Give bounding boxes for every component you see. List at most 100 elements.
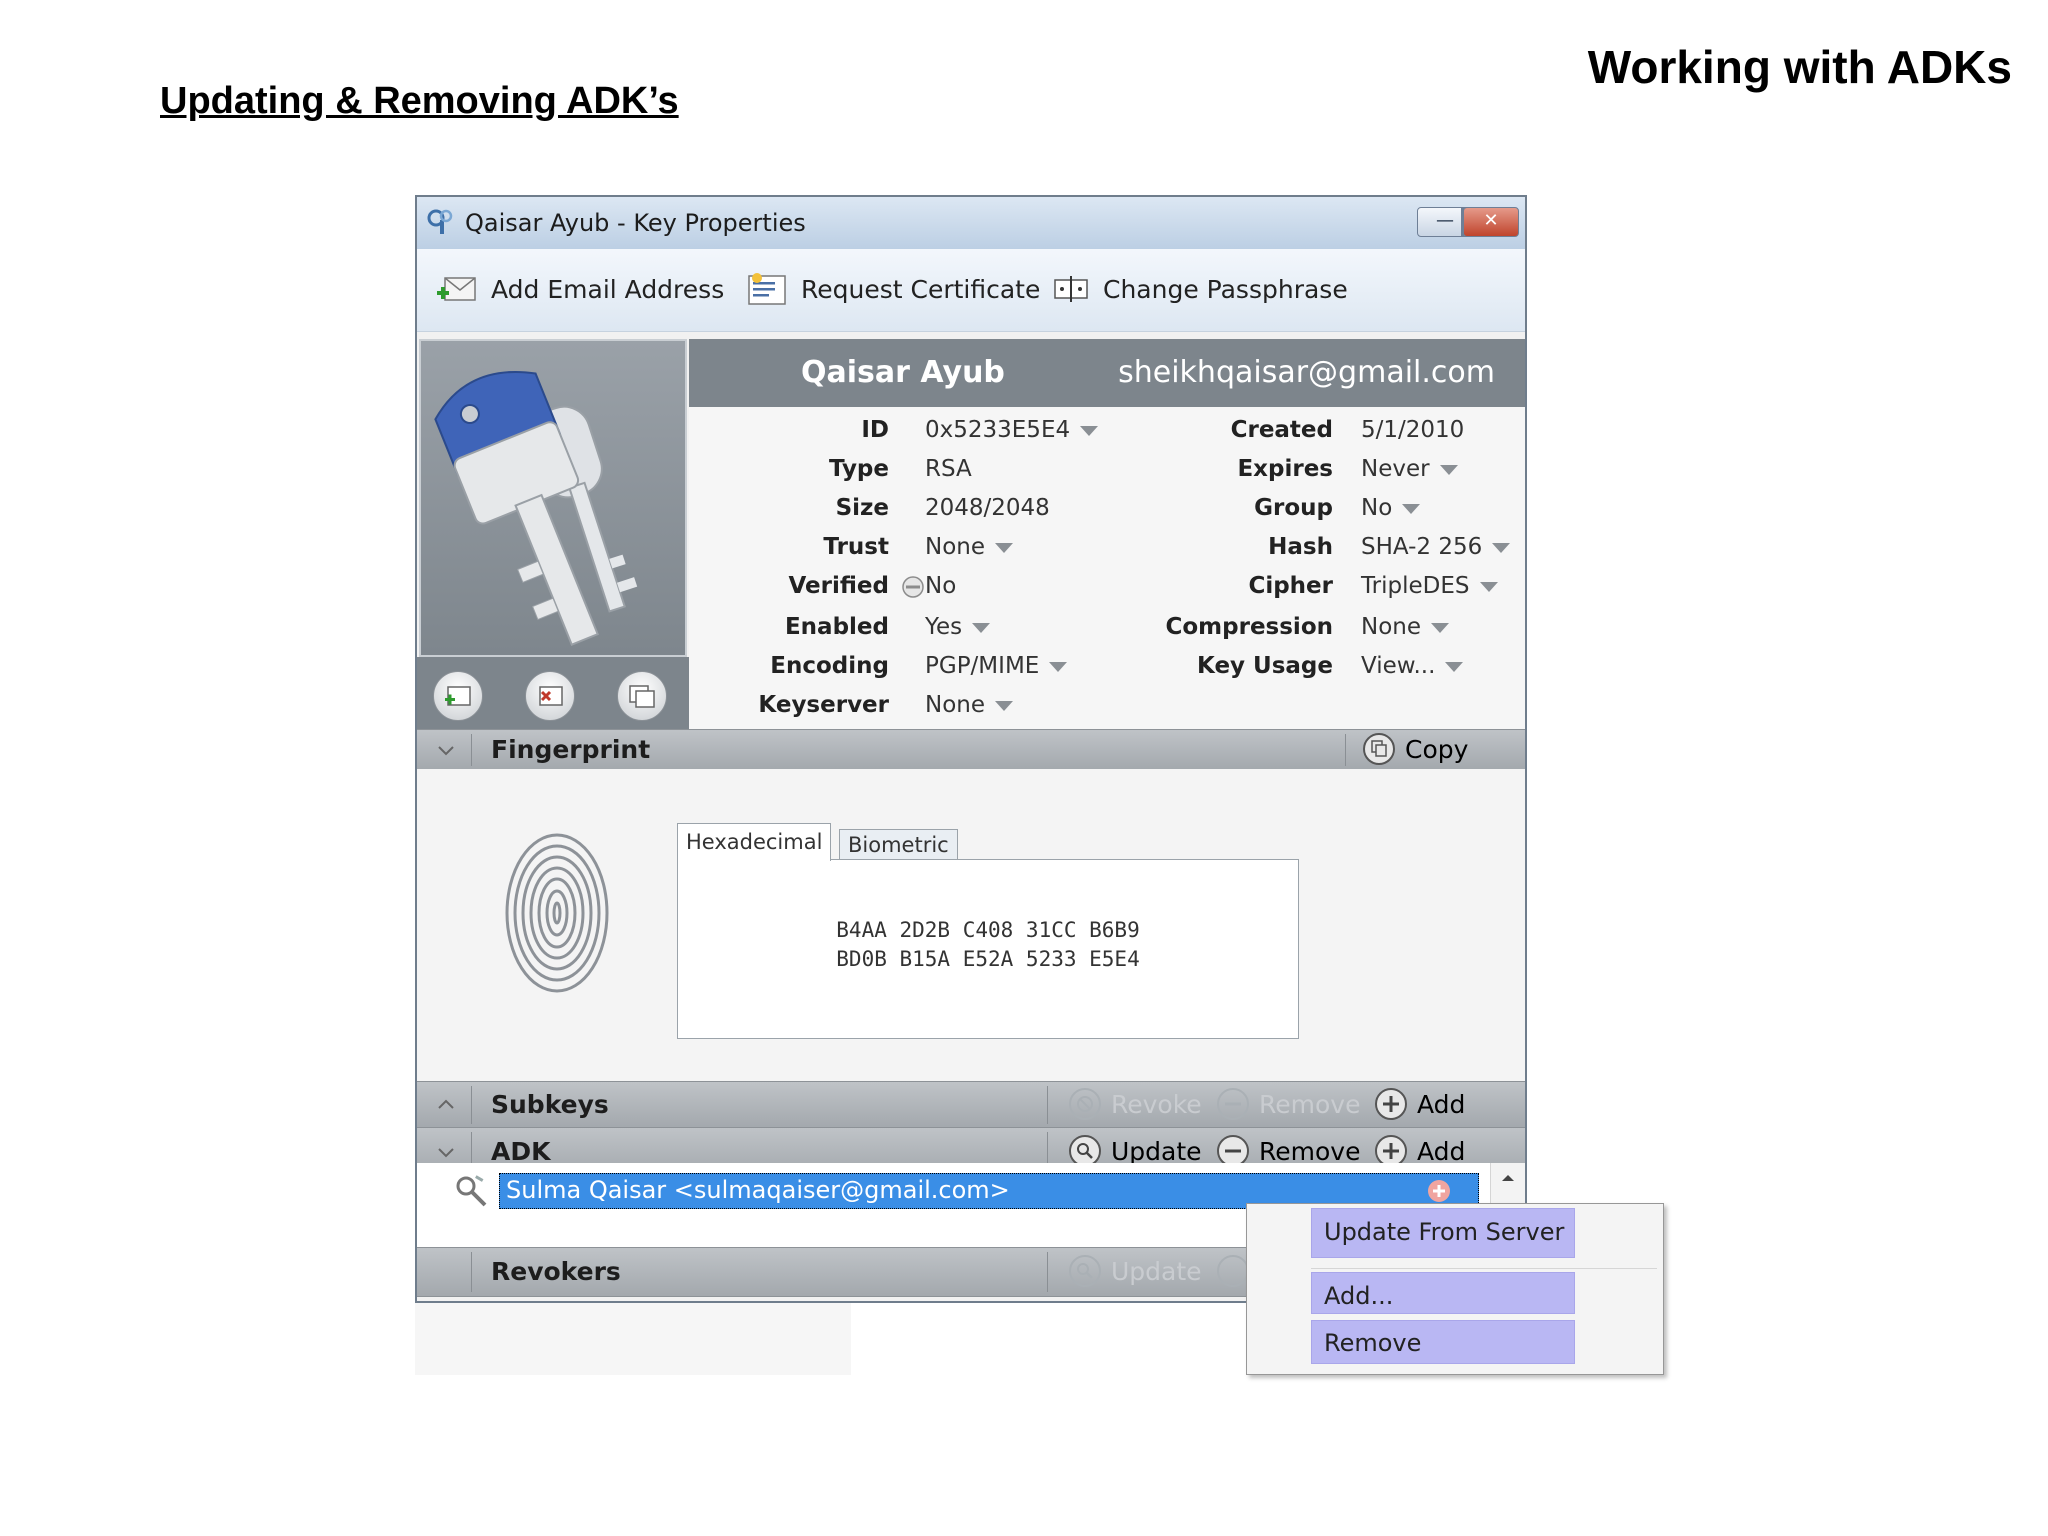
prop-value-id[interactable]: 0x5233E5E4 [925,417,1099,443]
chevron-down-icon[interactable] [431,730,461,770]
group-value: No [1361,495,1393,521]
divider [1047,1252,1048,1292]
divider [1345,734,1346,766]
divider [471,1086,472,1124]
trust-value: None [925,534,986,560]
subkeys-section-title: Subkeys [491,1090,609,1119]
prop-label-verified: Verified [788,573,889,599]
add-badge-icon [1428,1180,1450,1202]
chevron-up-icon[interactable] [431,1082,461,1128]
prop-label-key-usage: Key Usage [1197,653,1333,679]
update-label: Update [1111,1256,1202,1286]
prop-value-keyserver[interactable]: None [925,692,1014,718]
remove-label: Remove [1259,1089,1361,1119]
add-email-button[interactable]: Add Email Address [437,269,724,309]
subkeys-section-header[interactable]: Subkeys Revoke Remove Add [417,1081,1525,1129]
title-bar[interactable]: Qaisar Ayub - Key Properties — □ ✕ [417,197,1525,249]
hash-value: SHA-2 256 [1361,534,1483,560]
revokers-section-title: Revokers [491,1257,621,1286]
add-label: Add [1417,1089,1466,1119]
key-name-bar: Qaisar Ayub sheikhqaisar@gmail.com [689,339,1525,407]
scroll-up-icon [1502,1175,1514,1181]
remove-photo-button[interactable] [525,671,575,721]
prop-label-size: Size [835,495,889,521]
slide-title: Working with ADKs [1587,41,2012,93]
verified-value: No [925,573,957,599]
change-passphrase-button[interactable]: Change Passphrase [1053,269,1348,309]
update-label: Update [1111,1136,1202,1166]
prop-value-trust[interactable]: None [925,534,1014,560]
key-properties-window: Qaisar Ayub - Key Properties — □ ✕ Add E… [415,195,1527,1303]
fingerprint-icon [505,833,609,993]
prop-value-encoding[interactable]: PGP/MIME [925,653,1068,679]
prop-label-type: Type [828,456,889,482]
chevron-down-icon [972,622,991,633]
prop-label-compression: Compression [1165,614,1334,640]
slide-heading: Updating & Removing ADK’s [160,80,679,122]
prop-value-group[interactable]: No [1361,495,1421,521]
prop-label-created: Created [1230,417,1333,443]
key-properties-grid: ID Type Size Trust Verified Enabled Enco… [689,407,1525,729]
chevron-down-icon [1431,622,1450,633]
add-subkey-button[interactable]: Add [1375,1088,1465,1120]
certificate-icon [748,273,786,305]
fingerprint-line-2: BD0B B15A E52A 5233 E5E4 [836,947,1140,971]
copy-photo-button[interactable] [617,671,667,721]
fingerprint-section-title: Fingerprint [491,735,651,764]
copy-icon [1363,733,1395,765]
add-label: Add [1417,1136,1466,1166]
prop-value-hash[interactable]: SHA-2 256 [1361,534,1511,560]
tab-hexadecimal[interactable]: Hexadecimal [677,823,832,861]
prop-value-enabled[interactable]: Yes [925,614,991,640]
fingerprint-section-header[interactable]: Fingerprint Copy [417,729,1525,771]
prop-value-compression[interactable]: None [1361,614,1450,640]
divider [471,1252,472,1292]
chevron-down-icon [995,700,1014,711]
window-title: Qaisar Ayub - Key Properties [465,209,806,237]
prop-label-enabled: Enabled [784,614,889,640]
prop-label-hash: Hash [1268,534,1333,560]
adk-entry-label: Sulma Qaisar <sulmaqaiser@gmail.com> [506,1176,1010,1204]
chevron-down-icon [1445,661,1464,672]
update-revoker-button[interactable]: Update [1069,1255,1202,1287]
chevron-down-icon [1402,503,1421,514]
tab-biometric[interactable]: Biometric [839,829,958,859]
close-button[interactable]: ✕ [1463,207,1519,237]
fingerprint-panel: Hexadecimal Biometric B4AA 2D2B C408 31C… [417,769,1525,1081]
prop-value-size: 2048/2048 [925,495,1050,521]
chevron-down-icon [1439,464,1458,475]
pgp-app-icon [427,209,453,234]
prop-value-cipher[interactable]: TripleDES [1361,573,1498,599]
envelope-add-icon [437,277,476,301]
prop-value-key-usage[interactable]: View... [1361,653,1464,679]
prop-value-verified[interactable]: No [901,573,956,599]
copy-photo-icon [629,685,655,708]
remove-photo-icon [539,686,563,706]
chevron-down-icon [1049,661,1068,672]
menu-separator [1311,1268,1657,1269]
prop-label-group: Group [1254,495,1333,521]
key-search-icon [456,1175,487,1207]
request-certificate-button[interactable]: Request Certificate [747,269,1040,309]
prop-label-encoding: Encoding [770,653,889,679]
copy-fingerprint-button[interactable]: Copy [1363,733,1468,765]
fingerprint-line-1: B4AA 2D2B C408 31CC B6B9 [836,918,1140,942]
search-icon [1069,1255,1101,1287]
prop-value-expires[interactable]: Never [1361,456,1458,482]
prop-value-created: 5/1/2010 [1361,417,1465,443]
revoke-subkey-button[interactable]: Revoke [1069,1088,1202,1120]
remove-subkey-button[interactable]: Remove [1217,1088,1360,1120]
id-value: 0x5233E5E4 [925,417,1071,443]
menu-item-update-from-server[interactable]: Update From Server [1311,1208,1575,1258]
prop-label-keyserver: Keyserver [758,692,889,718]
compression-value: None [1361,614,1422,640]
menu-item-remove[interactable]: Remove [1311,1320,1575,1364]
key-action-bar [417,657,689,729]
window-shadow-area [415,1303,851,1375]
toolbar: Add Email Address Request Certificate Ch… [417,249,1525,332]
add-photo-button[interactable] [433,671,483,721]
keys-icon [434,370,638,646]
plus-icon [1375,1088,1407,1120]
key-owner-email: sheikhqaisar@gmail.com [1118,355,1495,390]
menu-item-add[interactable]: Add... [1311,1272,1575,1314]
